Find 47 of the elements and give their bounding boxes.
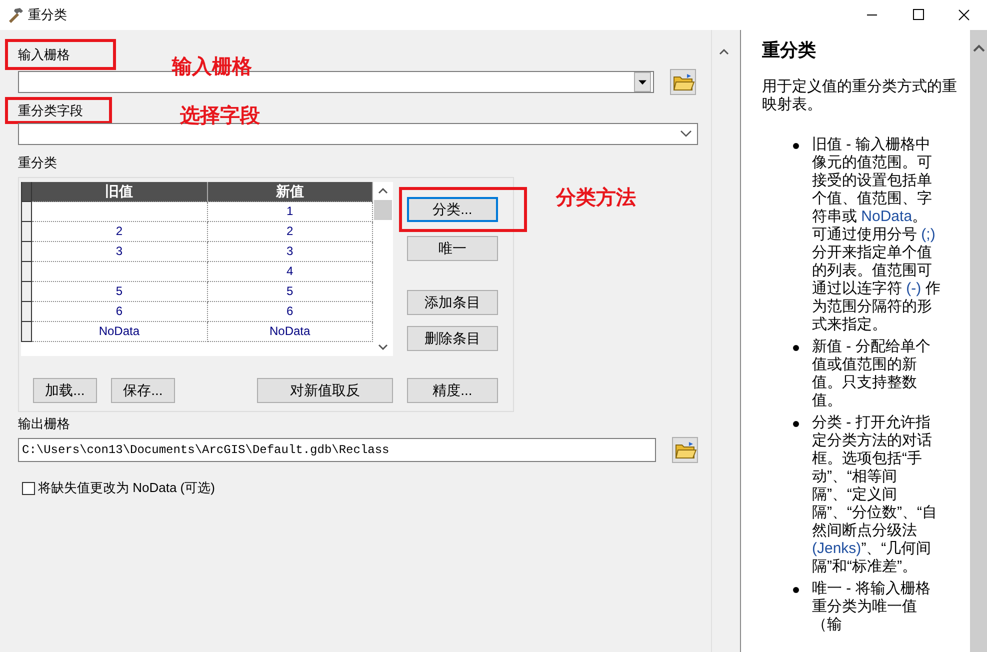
table-cell: 6: [32, 302, 208, 322]
help-text: 旧值 - 输入栅格中像元的值范围。可接受的设置包括单个值、值范围、字符串或 NoData。可通过使用分号 (;) 分开来指定单个值的列表。值范围可通过以连字符 (-) 作为范围分隔符的形式来指定。: [812, 136, 942, 334]
bullet-icon: [793, 143, 799, 149]
row-header[interactable]: [21, 202, 32, 222]
output-raster-field[interactable]: C:\Users\con13\Documents\ArcGIS\Default.gdb\Reclass: [18, 438, 656, 462]
button[interactable]: 保存...: [111, 378, 175, 403]
scrollbar[interactable]: [970, 30, 987, 652]
bullet-icon: [793, 587, 799, 593]
bullet-icon: [793, 421, 799, 427]
field-label: 输入栅格: [18, 46, 70, 62]
window-title: 重分类: [28, 6, 67, 24]
button[interactable]: 唯一: [407, 236, 498, 261]
row-header[interactable]: [21, 282, 32, 302]
field-label: 重分类字段: [18, 102, 83, 118]
folder-button[interactable]: [670, 69, 696, 95]
row-header[interactable]: [21, 302, 32, 322]
button[interactable]: 删除条目: [407, 326, 498, 351]
button[interactable]: 分类...: [407, 197, 498, 222]
annotation-label: 输入栅格: [172, 55, 252, 79]
help-text: 分类 - 打开允许指定分类方法的对话框。选项包括“手动”、“相等间隔”、“定义间隔”、“分位数”、“自然间断点分级法 (Jenks)”、“几何间隔”和“标准差”。: [812, 414, 938, 576]
row-header[interactable]: [21, 262, 32, 282]
section-label: 重分类: [18, 155, 57, 171]
row-header[interactable]: [21, 222, 32, 242]
table-cell: NoData: [32, 322, 208, 342]
button[interactable]: 对新值取反: [257, 378, 393, 403]
folder-button[interactable]: [672, 437, 698, 463]
button[interactable]: 加载...: [33, 378, 97, 403]
table-cell: 3: [32, 242, 208, 262]
button[interactable]: 精度...: [407, 378, 498, 403]
help-text: 新值 - 分配给单个值或值范围的新值。只支持整数值。: [812, 338, 932, 410]
table-cell: 5: [32, 282, 208, 302]
scroll-thumb[interactable]: [374, 200, 392, 220]
annotation-label: 分类方法: [556, 186, 636, 210]
bullet-icon: [793, 345, 799, 351]
row-header[interactable]: [21, 322, 32, 342]
button[interactable]: 添加条目: [407, 290, 498, 315]
checkbox[interactable]: [22, 482, 35, 494]
column-header: 旧值: [32, 182, 208, 202]
table-cell: 2: [32, 222, 208, 242]
field-label: 输出栅格: [18, 416, 70, 432]
row-header[interactable]: [21, 242, 32, 262]
help-text: 唯一 - 将输入栅格重分类为唯一值（输: [812, 580, 932, 634]
help-title: 重分类: [762, 39, 817, 62]
checkbox-label: 将缺失值更改为 NoData (可选): [38, 479, 215, 497]
annotation-label: 选择字段: [180, 104, 260, 128]
help-text: 用于定义值的重分类方式的重映射表。: [762, 78, 958, 114]
chevron-down-icon: [679, 129, 693, 139]
